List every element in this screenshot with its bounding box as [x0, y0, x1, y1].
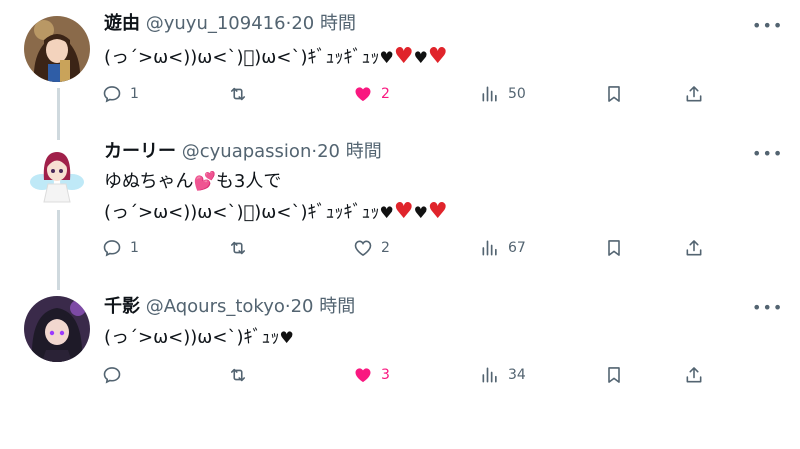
reply-count: 1 [130, 86, 139, 102]
share-icon [686, 367, 702, 383]
tweet-actions: 3 34 [0, 363, 800, 387]
black-heart-emoji: ♥ [413, 203, 428, 222]
more-dots-icon[interactable]: ••• [752, 298, 782, 318]
red-heart-emoji: ♥ [393, 44, 414, 69]
tweet-text-line: ゆぬちゃん💕も3人で [104, 171, 282, 192]
user-handle[interactable]: @yuyu_109416 [146, 13, 286, 34]
heart-icon [354, 240, 372, 257]
tweet-2[interactable]: カーリー @cyuapassion·20 時間 ••• ゆぬちゃん💕も3人で (… [0, 128, 800, 278]
tweet-header: 遊由 @yuyu_109416·20 時間 [104, 13, 356, 35]
tweet-text: (っ´>ω<))ω<`)ﾞ)ω<`)ｷﾞｭｯｷﾞｭｯ♥♥♥♥ [104, 43, 448, 72]
retweet-icon [230, 87, 246, 101]
retweet-icon [230, 241, 246, 255]
black-heart-emoji: ♥ [379, 48, 394, 67]
view-count: 67 [508, 240, 526, 256]
more-dots-icon[interactable]: ••• [752, 144, 782, 164]
avatar[interactable] [24, 140, 90, 206]
tweet-header: 千影 @Aqours_tokyo·20 時間 [104, 296, 355, 318]
views-button[interactable]: 67 [480, 236, 526, 260]
timestamp[interactable]: 20 時間 [291, 13, 356, 34]
user-handle[interactable]: @cyuapassion [182, 141, 312, 162]
red-heart-emoji: ♥ [427, 199, 448, 224]
like-count: 2 [381, 86, 390, 102]
share-button[interactable] [684, 236, 704, 260]
display-name[interactable]: 千影 [104, 296, 140, 317]
reply-icon [103, 86, 121, 103]
black-heart-emoji: ♥ [279, 328, 294, 347]
reply-button[interactable] [102, 363, 130, 387]
tweet-actions: 1 2 67 [0, 236, 800, 260]
user-handle[interactable]: @Aqours_tokyo [146, 296, 285, 317]
like-button[interactable]: 3 [353, 363, 390, 387]
views-chart-icon [482, 367, 497, 383]
reply-button[interactable]: 1 [102, 82, 139, 106]
display-name[interactable]: カーリー [104, 141, 176, 162]
retweet-button[interactable] [228, 363, 256, 387]
avatar[interactable] [24, 16, 90, 82]
tweet-text: (っ´>ω<))ω<`)ﾞ)ω<`)ｷﾞｭｯｷﾞｭｯ♥♥♥♥ [104, 198, 448, 227]
reply-button[interactable]: 1 [102, 236, 139, 260]
like-count: 2 [381, 240, 390, 256]
views-chart-icon [482, 240, 497, 256]
views-button[interactable]: 34 [480, 363, 526, 387]
bookmark-icon [608, 86, 620, 102]
timestamp[interactable]: 20 時間 [291, 296, 356, 317]
tweet-header: カーリー @cyuapassion·20 時間 [104, 141, 382, 163]
retweet-button[interactable] [228, 236, 256, 260]
tweet-text: (っ´>ω<))ω<`)ｷﾞｭｯ♥ [104, 324, 294, 352]
share-button[interactable] [684, 363, 704, 387]
views-chart-icon [482, 86, 497, 102]
reply-icon [103, 367, 121, 384]
tweet-text-line: (っ´>ω<))ω<`)ﾞ)ω<`)ｷﾞｭｯｷﾞｭｯ [104, 47, 380, 68]
black-heart-emoji: ♥ [413, 48, 428, 67]
heart-icon [355, 87, 371, 102]
tweet-1[interactable]: 遊由 @yuyu_109416·20 時間 ••• (っ´>ω<))ω<`)ﾞ)… [0, 0, 800, 128]
tweet-actions: 1 2 50 [0, 82, 800, 106]
retweet-button[interactable] [228, 82, 256, 106]
heart-icon [355, 368, 371, 383]
bookmark-icon [608, 367, 620, 383]
more-dots-icon[interactable]: ••• [752, 16, 782, 36]
bookmark-icon [608, 240, 620, 256]
view-count: 50 [508, 86, 526, 102]
bookmark-button[interactable] [604, 82, 624, 106]
tweet-text-line: (っ´>ω<))ω<`)ﾞ)ω<`)ｷﾞｭｯｷﾞｭｯ [104, 202, 380, 223]
tweet-3[interactable]: 千影 @Aqours_tokyo·20 時間 ••• (っ´>ω<))ω<`)ｷ… [0, 284, 800, 404]
bookmark-button[interactable] [604, 363, 624, 387]
display-name[interactable]: 遊由 [104, 13, 140, 34]
tweet-text-line: (っ´>ω<))ω<`)ｷﾞｭｯ [104, 327, 280, 348]
reply-icon [103, 240, 121, 257]
like-button[interactable]: 2 [353, 82, 390, 106]
black-heart-emoji: ♥ [379, 203, 394, 222]
share-icon [686, 240, 702, 256]
avatar[interactable] [24, 296, 90, 362]
like-button[interactable]: 2 [353, 236, 390, 260]
share-button[interactable] [684, 82, 704, 106]
red-heart-emoji: ♥ [393, 199, 414, 224]
retweet-icon [230, 368, 246, 382]
view-count: 34 [508, 367, 526, 383]
bookmark-button[interactable] [604, 236, 624, 260]
red-heart-emoji: ♥ [427, 44, 448, 69]
tweet-text: ゆぬちゃん💕も3人で [104, 168, 281, 196]
like-count: 3 [381, 367, 390, 383]
reply-count: 1 [130, 240, 139, 256]
share-icon [686, 86, 702, 102]
timestamp[interactable]: 20 時間 [317, 141, 382, 162]
views-button[interactable]: 50 [480, 82, 526, 106]
